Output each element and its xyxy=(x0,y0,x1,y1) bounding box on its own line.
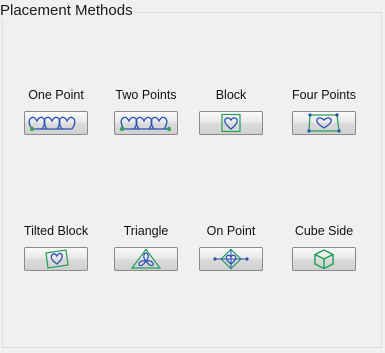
method-label: Cube Side xyxy=(294,224,354,238)
method-label: Four Points xyxy=(292,88,356,102)
method-label: Block xyxy=(215,88,247,102)
method-triangle: Triangle xyxy=(104,224,188,271)
method-label: Tilted Block xyxy=(23,224,89,238)
four-points-icon xyxy=(307,113,341,133)
method-label: One Point xyxy=(28,88,84,102)
method-label: On Point xyxy=(206,224,256,238)
method-cube-side: Cube Side xyxy=(282,224,366,271)
group-title: Placement Methods xyxy=(0,2,137,19)
method-label: Triangle xyxy=(123,224,169,238)
one-point-button[interactable] xyxy=(24,111,88,135)
method-four-points: Four Points xyxy=(282,88,366,135)
triangle-button[interactable] xyxy=(114,247,178,271)
four-points-button[interactable] xyxy=(292,111,356,135)
triangle-icon xyxy=(130,248,162,269)
two-points-icon xyxy=(119,116,172,132)
block-button[interactable] xyxy=(199,111,263,135)
method-block: Block xyxy=(189,88,273,135)
placement-methods-group xyxy=(2,12,382,348)
two-points-button[interactable] xyxy=(114,111,178,135)
block-icon xyxy=(221,113,241,133)
method-on-point: On Point xyxy=(189,224,273,271)
tilted-block-button[interactable] xyxy=(24,247,88,271)
method-label: Two Points xyxy=(115,88,177,102)
method-one-point: One Point xyxy=(14,88,98,135)
on-point-icon xyxy=(213,248,249,270)
cube-side-icon xyxy=(314,249,334,270)
method-tilted-block: Tilted Block xyxy=(14,224,98,271)
on-point-button[interactable] xyxy=(199,247,263,271)
tilted-block-icon xyxy=(45,249,69,269)
method-two-points: Two Points xyxy=(104,88,188,135)
one-point-icon xyxy=(28,116,76,132)
cube-side-button[interactable] xyxy=(292,247,356,271)
